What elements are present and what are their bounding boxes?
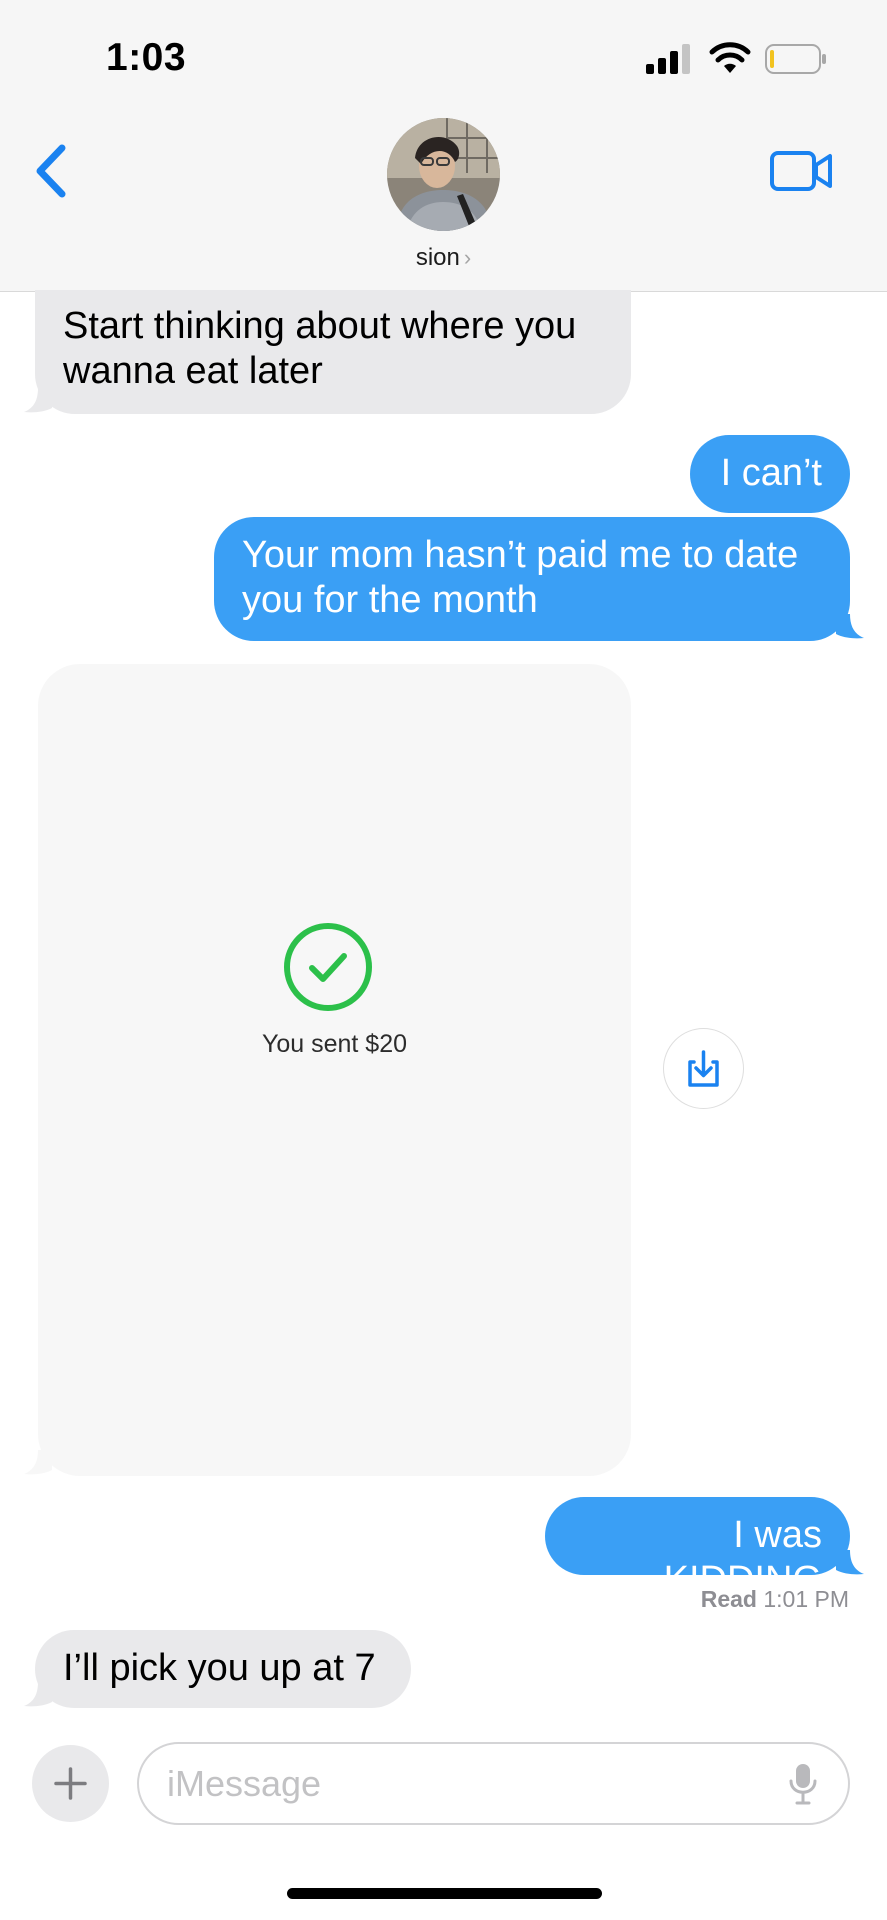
chevron-right-icon: › <box>463 245 472 270</box>
message-input[interactable] <box>167 1760 727 1808</box>
contact-name: sion <box>415 244 460 271</box>
plus-icon <box>54 1767 87 1800</box>
bubble-tail-icon <box>24 1450 52 1475</box>
read-label: Read <box>700 1586 757 1612</box>
back-chevron-icon[interactable] <box>30 142 74 200</box>
outgoing-message-bubble[interactable]: Your mom hasn’t paid me to date you for … <box>214 517 850 641</box>
bubble-tail-icon <box>24 388 52 413</box>
message-text-line: wanna eat later <box>63 350 323 392</box>
read-receipt: Read 1:01 PM <box>701 1586 849 1613</box>
incoming-message-bubble[interactable]: Start thinking about where you wanna eat… <box>35 290 631 414</box>
checkmark-circle-icon <box>284 923 372 1011</box>
message-text-line: you for the month <box>242 579 538 621</box>
conversation-header: 1:03 sion › <box>0 0 887 292</box>
microphone-icon[interactable] <box>789 1762 817 1806</box>
outgoing-message-bubble[interactable]: I can’t <box>690 435 850 513</box>
contact-avatar[interactable] <box>387 118 500 231</box>
download-tray-icon <box>688 1050 719 1087</box>
bubble-tail-icon <box>836 1550 864 1575</box>
app-drawer-button[interactable] <box>32 1745 109 1822</box>
home-indicator[interactable] <box>287 1888 602 1899</box>
incoming-message-bubble[interactable]: I’ll pick you up at 7 <box>35 1630 411 1708</box>
message-text-line: Your mom hasn’t paid me to date <box>242 534 799 576</box>
payment-card[interactable] <box>38 664 631 1476</box>
wifi-icon <box>709 42 751 73</box>
status-time: 1:03 <box>106 36 187 79</box>
message-input-container[interactable] <box>137 1742 850 1825</box>
save-attachment-button[interactable] <box>663 1028 744 1109</box>
payment-status-text: You sent $20 <box>261 1030 408 1058</box>
battery-icon <box>765 44 826 74</box>
message-text-line: Start thinking about where you <box>63 305 577 347</box>
read-time: 1:01 PM <box>763 1586 849 1612</box>
contact-name-button[interactable]: sion › <box>0 244 887 272</box>
bubble-tail-icon <box>24 1682 52 1707</box>
message-text: I can’t <box>720 452 822 494</box>
bubble-tail-icon <box>836 614 864 639</box>
message-text: I’ll pick you up at 7 <box>63 1647 376 1689</box>
cellular-signal-icon <box>646 44 690 74</box>
facetime-video-icon[interactable] <box>770 150 834 192</box>
outgoing-message-bubble[interactable]: I was KIDDING <box>545 1497 850 1601</box>
